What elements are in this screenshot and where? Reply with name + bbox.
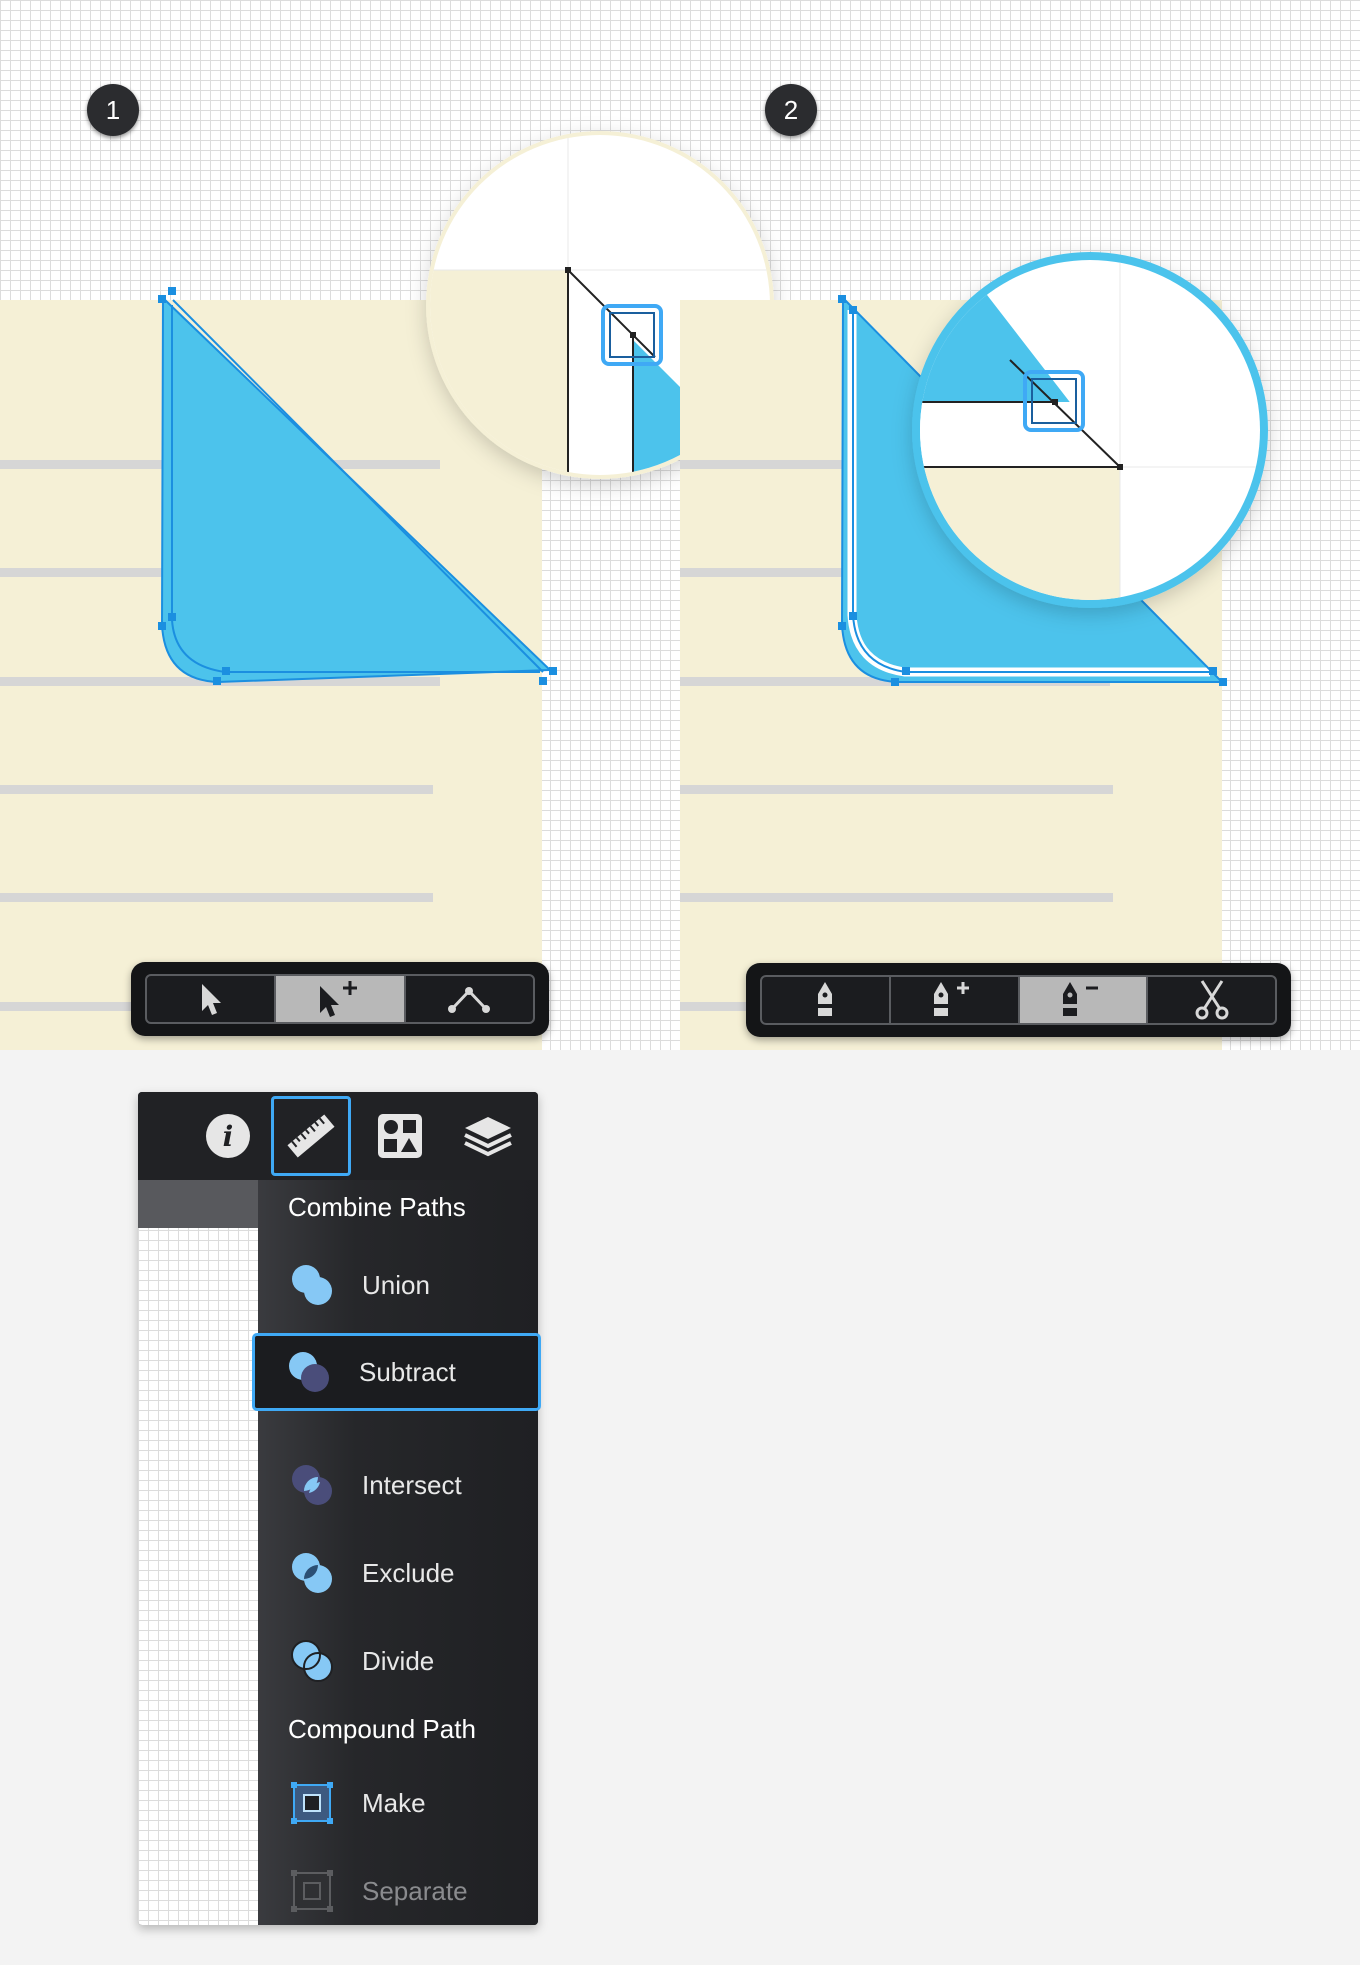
inspector-tabs: i bbox=[138, 1092, 538, 1180]
intersect-button[interactable]: Intersect bbox=[258, 1450, 538, 1520]
path-operations-list: Combine Paths Union Intersect Exclude Di… bbox=[258, 1180, 538, 1925]
scissors-icon bbox=[1195, 980, 1229, 1020]
separate-compound-icon bbox=[291, 1870, 333, 1912]
tab-info[interactable]: i bbox=[188, 1096, 268, 1176]
union-label: Union bbox=[362, 1269, 430, 1300]
divide-button[interactable]: Divide bbox=[258, 1626, 538, 1696]
exclude-button[interactable]: Exclude bbox=[258, 1538, 538, 1608]
arrow-plus-icon bbox=[319, 981, 357, 1017]
intersect-label: Intersect bbox=[362, 1469, 462, 1500]
info-icon: i bbox=[206, 1114, 250, 1158]
delete-point-tool-button[interactable] bbox=[1019, 977, 1149, 1023]
intersect-icon bbox=[292, 1465, 332, 1505]
add-point-tool-button[interactable] bbox=[891, 977, 1020, 1023]
inspector-canvas-strip bbox=[138, 1180, 258, 1925]
make-compound-icon bbox=[291, 1782, 333, 1824]
path-inspector-panel: i Combine Paths Union Intersect Exclude bbox=[138, 1092, 538, 1925]
make-label: Make bbox=[362, 1787, 426, 1818]
step-illustrations bbox=[0, 131, 1268, 1050]
subtract-icon bbox=[289, 1352, 329, 1392]
svg-text:i: i bbox=[223, 1120, 234, 1153]
divide-icon bbox=[291, 1640, 333, 1682]
layers-icon bbox=[464, 1117, 512, 1157]
separate-compound-button[interactable]: Separate bbox=[258, 1856, 538, 1925]
step-badge-2: 2 bbox=[765, 84, 817, 136]
combine-paths-heading: Combine Paths bbox=[288, 1192, 466, 1222]
union-icon bbox=[292, 1265, 332, 1305]
tab-shapes[interactable] bbox=[360, 1096, 440, 1176]
selection-toolbar bbox=[131, 962, 549, 1036]
anchor-point-icon bbox=[448, 987, 491, 1013]
subselection-tool-button[interactable] bbox=[276, 976, 406, 1022]
scissors-tool-button[interactable] bbox=[1148, 977, 1275, 1023]
ruler-icon bbox=[287, 1114, 335, 1158]
arrow-icon bbox=[201, 984, 221, 1015]
exclude-label: Exclude bbox=[362, 1557, 455, 1588]
pen-plus-icon bbox=[934, 982, 970, 1016]
convert-point-tool-button[interactable] bbox=[406, 976, 533, 1022]
exclude-icon bbox=[292, 1553, 332, 1593]
union-button[interactable]: Union bbox=[258, 1250, 538, 1320]
compound-path-heading: Compound Path bbox=[288, 1714, 476, 1744]
tab-layers[interactable] bbox=[448, 1096, 528, 1176]
pen-tool-button[interactable] bbox=[762, 977, 891, 1023]
separate-label: Separate bbox=[362, 1875, 468, 1906]
pen-minus-icon bbox=[1062, 982, 1098, 1016]
selection-tool-button[interactable] bbox=[147, 976, 277, 1022]
make-compound-button[interactable]: Make bbox=[258, 1768, 538, 1838]
pen-icon bbox=[818, 982, 833, 1016]
pen-toolbar bbox=[746, 963, 1291, 1037]
shapes-icon bbox=[378, 1114, 422, 1158]
inspector-header-strip bbox=[138, 1180, 258, 1228]
tab-ruler[interactable] bbox=[271, 1096, 351, 1176]
step-badge-1: 1 bbox=[87, 84, 139, 136]
divide-label: Divide bbox=[362, 1645, 435, 1676]
subtract-label: Subtract bbox=[359, 1356, 456, 1387]
subtract-button[interactable]: Subtract bbox=[252, 1333, 541, 1411]
